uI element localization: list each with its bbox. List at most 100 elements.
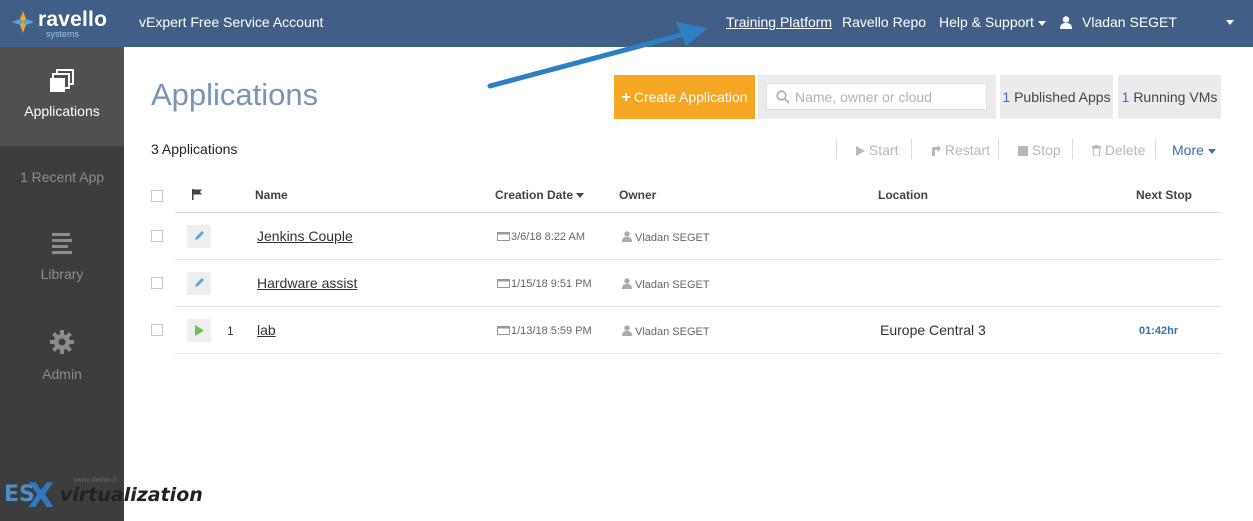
play-icon (856, 146, 865, 156)
search-input[interactable] (795, 87, 980, 107)
running-vm-count: 1 (227, 324, 234, 338)
creation-date-text: 1/15/18 9:51 PM (511, 278, 592, 290)
calendar-icon (497, 326, 510, 335)
stop-button[interactable]: Stop (1018, 142, 1061, 158)
sidebar-item-label: Library (40, 266, 84, 282)
pencil-icon (195, 278, 204, 287)
search-box (766, 83, 987, 110)
owner: Vladan SEGET (622, 325, 710, 338)
edit-app-button[interactable] (187, 225, 211, 248)
stacked-windows-icon (50, 69, 74, 92)
user-icon (622, 231, 632, 242)
sidebar-item-label: 1 Recent App (19, 169, 105, 185)
table-header: Name Creation Date Owner Location Next S… (151, 177, 1221, 213)
play-icon (195, 325, 204, 336)
published-apps-count: 1 (1002, 89, 1011, 105)
user-name: Vladan SEGET (1082, 14, 1177, 30)
row-checkbox[interactable] (151, 324, 163, 336)
more-label: More (1172, 142, 1204, 158)
column-creation-date[interactable]: Creation Date (495, 188, 585, 202)
start-label: Start (868, 142, 899, 158)
nav-help-support[interactable]: Help & Support (939, 14, 1046, 30)
sidebar-item-recent-app[interactable]: 1 Recent App (0, 169, 124, 185)
location: Europe Central 3 (880, 322, 986, 338)
watermark-x: X (28, 476, 55, 516)
account-name[interactable]: vExpert Free Service Account (139, 14, 323, 30)
table-row[interactable]: Hardware assist 1/15/18 9:51 PM Vladan S… (151, 260, 1221, 307)
select-all-checkbox[interactable] (151, 190, 163, 202)
row-checkbox[interactable] (151, 277, 163, 289)
row-checkbox[interactable] (151, 230, 163, 242)
nav-help-support-label: Help & Support (939, 14, 1034, 30)
ravello-logo-icon (12, 11, 34, 33)
column-next-stop[interactable]: Next Stop (1136, 188, 1192, 202)
app-running-status[interactable] (187, 319, 211, 342)
ravello-logo[interactable]: ravello systems (10, 8, 120, 40)
column-owner[interactable]: Owner (619, 188, 656, 202)
user-icon (622, 325, 632, 336)
user-menu[interactable]: Vladan SEGET (1060, 14, 1177, 30)
trash-icon (1092, 145, 1101, 157)
running-vms-button[interactable]: 1 Running VMs (1118, 75, 1221, 119)
creation-date: 3/6/18 8:22 AM (497, 231, 585, 243)
table-row[interactable]: Jenkins Couple 3/6/18 8:22 AM Vladan SEG… (151, 213, 1221, 260)
app-name-link[interactable]: Jenkins Couple (257, 228, 353, 244)
more-dropdown[interactable]: More (1172, 142, 1216, 158)
toolbar-divider (998, 139, 999, 159)
creation-date: 1/13/18 5:59 PM (497, 325, 592, 337)
stop-label: Stop (1031, 142, 1061, 158)
nav-ravello-repo[interactable]: Ravello Repo (842, 14, 926, 30)
sidebar-item-library[interactable]: Library (0, 232, 124, 282)
restart-icon (932, 145, 941, 156)
nav-training-platform[interactable]: Training Platform (726, 14, 832, 30)
pencil-icon (195, 231, 204, 240)
creation-date: 1/15/18 9:51 PM (497, 278, 592, 290)
stop-icon (1018, 146, 1028, 156)
running-vms-label: Running VMs (1133, 89, 1218, 105)
owner-name: Vladan SEGET (635, 326, 710, 338)
watermark-virtualization: virtualization (60, 484, 203, 506)
sort-desc-icon (576, 193, 585, 199)
annotation-arrow (487, 22, 708, 89)
toolbar-divider (836, 139, 837, 159)
published-apps-label: Published Apps (1014, 89, 1111, 105)
column-name[interactable]: Name (255, 188, 288, 202)
esx-virtualization-watermark: ES X www.vladan.fr virtualization (2, 476, 212, 516)
chevron-down-icon (1037, 20, 1046, 26)
user-icon (1060, 16, 1072, 29)
search-icon (776, 90, 790, 104)
toolbar-divider (911, 139, 912, 159)
start-button[interactable]: Start (856, 142, 898, 158)
user-menu-chevron-icon[interactable] (1226, 20, 1234, 25)
edit-app-button[interactable] (187, 272, 211, 295)
delete-label: Delete (1104, 142, 1146, 158)
next-stop: 01:42hr (1139, 325, 1179, 337)
owner-name: Vladan SEGET (635, 279, 710, 291)
calendar-icon (497, 279, 510, 288)
delete-button[interactable]: Delete (1092, 142, 1145, 158)
chevron-down-icon (1207, 148, 1216, 154)
owner: Vladan SEGET (622, 278, 710, 291)
sidebar-item-applications[interactable]: Applications (0, 47, 124, 146)
sidebar-item-label: Admin (42, 366, 82, 382)
user-icon (622, 278, 632, 289)
gear-icon (50, 330, 74, 354)
page-title: Applications (151, 77, 319, 112)
search-container (758, 75, 996, 119)
watermark-url: www.vladan.fr (74, 477, 118, 484)
app-name-link[interactable]: Hardware assist (257, 275, 357, 291)
calendar-icon (497, 232, 510, 241)
library-icon (52, 233, 72, 254)
table-row[interactable]: 1 lab 1/13/18 5:59 PM Vladan SEGET Europ… (151, 307, 1221, 354)
creation-date-text: 1/13/18 5:59 PM (511, 325, 592, 337)
creation-date-text: 3/6/18 8:22 AM (511, 231, 585, 243)
published-apps-button[interactable]: 1 Published Apps (1000, 75, 1113, 119)
sidebar-item-admin[interactable]: Admin (0, 330, 124, 382)
toolbar-divider (1155, 139, 1156, 159)
logo-subtitle: systems (46, 29, 80, 39)
column-location[interactable]: Location (878, 188, 928, 202)
owner-name: Vladan SEGET (635, 232, 710, 244)
restart-button[interactable]: Restart (931, 142, 990, 158)
owner: Vladan SEGET (622, 231, 710, 244)
app-name-link[interactable]: lab (257, 322, 276, 338)
